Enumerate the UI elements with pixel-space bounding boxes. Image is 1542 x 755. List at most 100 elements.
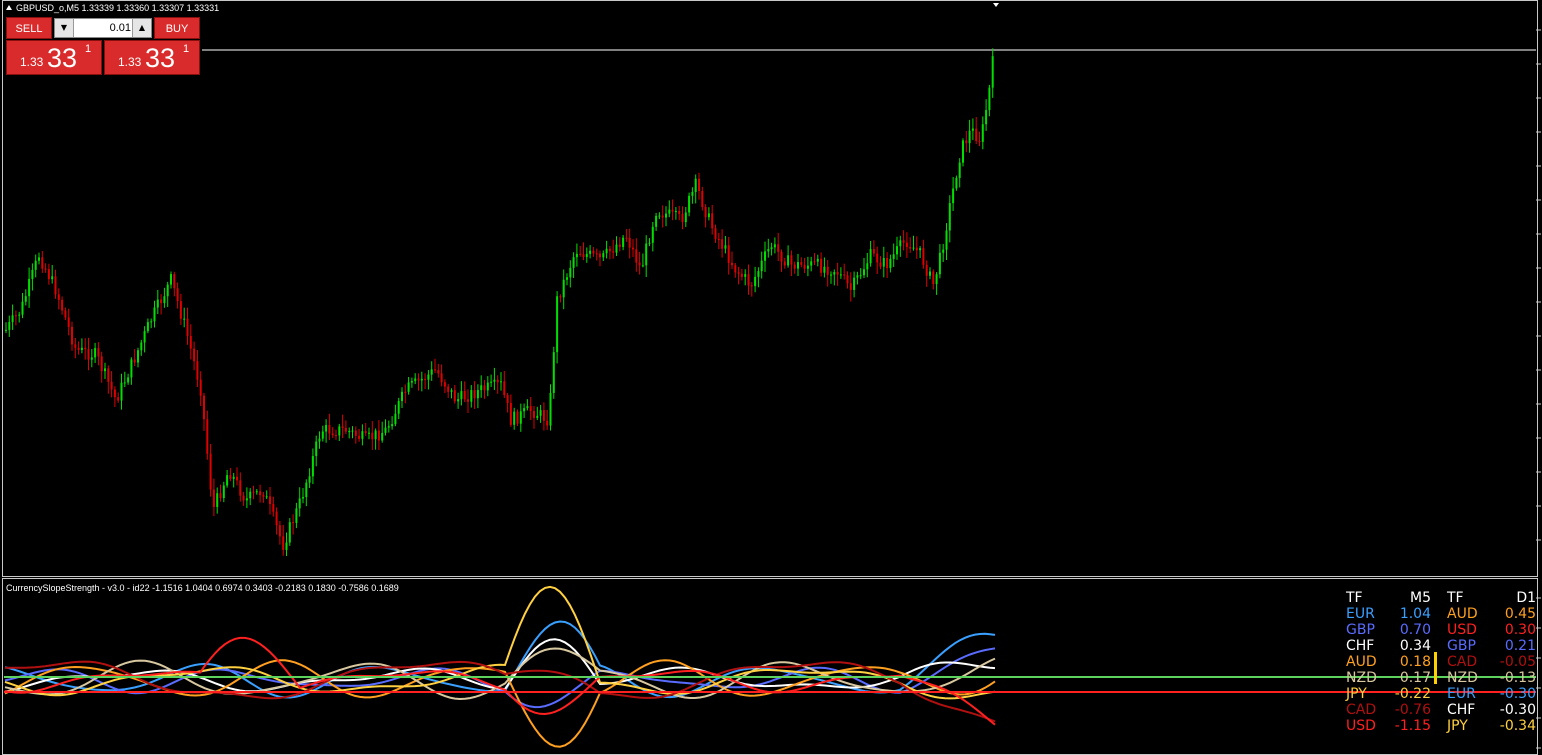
candle-body <box>335 435 337 437</box>
candle-body <box>31 269 34 279</box>
candle-body <box>542 410 545 421</box>
candle-body <box>513 411 516 425</box>
candle-body <box>648 242 651 244</box>
currency-d1: CAD <box>1447 654 1478 670</box>
currency-strength-pane[interactable] <box>0 578 1542 755</box>
candle-body <box>618 244 621 247</box>
candle-body <box>358 435 361 439</box>
candle-body <box>298 498 301 509</box>
candle-body <box>493 379 496 382</box>
candle-body <box>688 195 691 213</box>
candle-body <box>483 385 486 391</box>
candle-body <box>559 296 562 298</box>
candle-body <box>506 395 509 403</box>
sell-price-big: 33 <box>47 43 78 73</box>
candle-body <box>302 497 304 499</box>
candle-body <box>249 491 252 499</box>
candle-body <box>651 226 654 243</box>
lot-increase-icon[interactable]: ▲ <box>132 19 151 37</box>
candle-body <box>209 453 212 490</box>
candle-body <box>315 441 318 457</box>
lot-decrease-icon[interactable]: ▼ <box>55 19 74 37</box>
buy-button[interactable]: BUY <box>154 17 200 39</box>
candle-body <box>707 213 710 218</box>
candle-body <box>519 411 522 424</box>
candle-body <box>622 237 625 247</box>
buy-price-button[interactable]: 1.33 33 1 <box>104 40 200 75</box>
candle-body <box>476 390 479 399</box>
candle-body <box>889 258 892 269</box>
collapse-triangle-icon[interactable] <box>6 5 12 10</box>
candle-body <box>952 188 955 204</box>
candle-body <box>757 271 760 277</box>
candle-body <box>203 395 205 420</box>
candle-body <box>962 140 964 163</box>
candle-body <box>311 456 314 477</box>
candle-body <box>724 245 727 249</box>
candle-body <box>463 391 466 400</box>
chart-title-text: GBPUSD_o,M5 1.33339 1.33360 1.33307 1.33… <box>16 3 220 13</box>
currency-d1: AUD <box>1447 606 1478 622</box>
candle-body <box>84 347 87 350</box>
candle-body <box>628 237 631 248</box>
candle-body <box>902 240 905 243</box>
candle-body <box>529 406 532 412</box>
candle-body <box>737 272 740 274</box>
candle-body <box>216 493 219 507</box>
candle-body <box>242 495 245 501</box>
candle-body <box>645 243 648 266</box>
candle-body <box>255 491 258 493</box>
candle-body <box>232 476 235 479</box>
currency-m5: CAD <box>1346 702 1377 718</box>
candle-body <box>803 264 806 269</box>
strength-d1: -0.13 <box>1499 670 1536 686</box>
candle-body <box>18 314 21 316</box>
sell-button[interactable]: SELL <box>6 17 52 39</box>
candle-body <box>480 385 483 391</box>
candle-body <box>592 250 595 254</box>
strength-m5: -0.22 <box>1394 686 1431 702</box>
candle-body <box>830 274 832 276</box>
candle-body <box>988 87 991 111</box>
candle-body <box>443 382 446 387</box>
candle-body <box>351 430 354 432</box>
candle-body <box>127 377 130 383</box>
candle-body <box>34 260 37 270</box>
strength-row: CHF 0.34 GBP 0.21 <box>1346 638 1536 654</box>
strength-m5: 0.17 <box>1399 670 1431 686</box>
candle-body <box>414 378 417 382</box>
currency-m5: AUD <box>1346 654 1377 670</box>
candle-body <box>424 378 427 380</box>
candle-body <box>582 254 585 258</box>
candle-body <box>731 262 733 266</box>
candle-body <box>170 274 172 285</box>
candle-body <box>407 382 410 392</box>
candle-body <box>440 373 443 383</box>
candle-body <box>879 262 882 267</box>
sell-price-button[interactable]: 1.33 33 1 <box>6 40 102 75</box>
candle-body <box>282 536 285 550</box>
candle-body <box>245 498 248 501</box>
candle-body <box>882 257 885 267</box>
candle-body <box>783 261 786 266</box>
candle-body <box>193 348 196 362</box>
strength-row: NZD 0.17 NZD -0.13 <box>1346 670 1536 686</box>
candle-body <box>909 246 912 249</box>
strength-row: CAD -0.76 CHF -0.30 <box>1346 702 1536 718</box>
candle-body <box>691 191 694 196</box>
candle-body <box>919 248 922 251</box>
candle-body <box>80 347 83 350</box>
strength-m5: -1.15 <box>1394 718 1431 734</box>
candle-body <box>460 391 463 400</box>
currency-m5: GBP <box>1346 622 1375 638</box>
candle-body <box>658 215 661 217</box>
candle-body <box>869 249 872 264</box>
price-chart[interactable] <box>0 0 1542 578</box>
lot-size-input[interactable] <box>75 19 131 37</box>
candle-body <box>661 215 664 218</box>
candle-body <box>110 381 113 390</box>
candle-body <box>526 406 529 409</box>
strength-m5: 1.04 <box>1399 606 1431 622</box>
candle-body <box>97 348 100 357</box>
candle-body <box>166 284 169 297</box>
